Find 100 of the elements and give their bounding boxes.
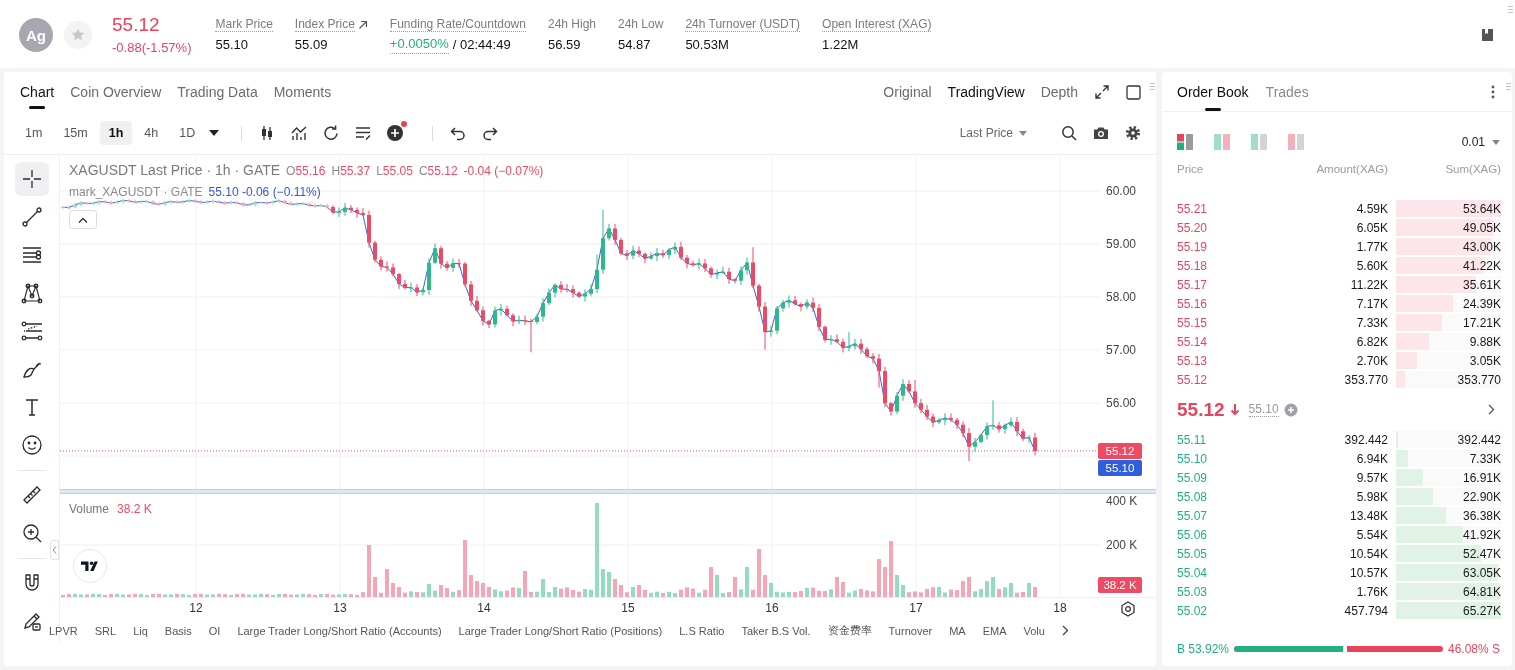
template-icon[interactable] (354, 124, 373, 142)
order-amount: 457.794 (1343, 603, 1388, 618)
indicator-tab[interactable]: Taker B.S Vol. (741, 624, 811, 637)
ask-price: 55.15 (1177, 315, 1209, 330)
indicator-tab[interactable]: Large Trader Long/Short Ratio (Positions) (458, 624, 663, 637)
plus-circle-icon[interactable] (1283, 402, 1298, 417)
chevron-right-icon[interactable] (1488, 404, 1495, 415)
order-amount: 9.57K (1355, 470, 1388, 485)
stat-label: Funding Rate/Countdown (389, 17, 526, 32)
chart-tab[interactable]: Coin Overview (70, 72, 162, 112)
time-axis-label: 12 (189, 601, 203, 615)
stat-value: 50.53M (685, 35, 729, 54)
chart-tab[interactable]: Trading Data (177, 72, 258, 112)
redo-icon[interactable] (481, 124, 500, 142)
order-sum: 22.90K (1462, 489, 1501, 504)
order-sum: 36.38K (1462, 508, 1501, 523)
precision-dropdown[interactable]: 0.01 (1461, 135, 1500, 149)
indicator-tab[interactable]: Liq (133, 624, 148, 637)
chart-view-tab[interactable]: TradingView (947, 72, 1025, 112)
stat-label: Index Price (294, 17, 355, 32)
stat-value: 55.10 (215, 35, 249, 54)
price-source-dropdown[interactable]: Last Price (959, 126, 1027, 140)
camera-icon[interactable] (1093, 125, 1109, 141)
chart-tab[interactable]: Moments (273, 72, 332, 112)
drawing-tool-button[interactable] (14, 162, 49, 196)
mark-price: 55.10 (1248, 402, 1279, 417)
caret-down-icon (1492, 139, 1500, 145)
order-book-tab[interactable]: Order Book (1177, 72, 1249, 112)
order-sum: 41.22K (1462, 258, 1501, 273)
price-change: -0.88(-1.57%) (112, 40, 192, 56)
indicator-tab[interactable]: Large Trader Long/Short Ratio (Accounts) (237, 624, 442, 637)
order-sum: 9.88K (1469, 334, 1501, 349)
order-amount: 392.442 (1343, 432, 1388, 447)
more-icon[interactable] (1491, 84, 1495, 99)
ask-price: 55.17 (1177, 277, 1209, 292)
stat-label: Open Interest (XAG) (822, 17, 932, 32)
chevron-right-icon[interactable] (1061, 625, 1069, 636)
interval-button[interactable]: 1m (16, 121, 52, 145)
chevron-left-icon (52, 546, 57, 554)
order-sum: 16.91K (1462, 470, 1501, 485)
collapse-legend-button[interactable] (69, 210, 97, 229)
ask-price: 55.21 (1177, 201, 1209, 216)
indicator-tab[interactable]: L.S Ratio (679, 624, 725, 637)
indicator-tab[interactable]: 资金费率 (827, 623, 872, 638)
settings-icon[interactable] (1125, 125, 1141, 141)
interval-button[interactable]: 1h (99, 121, 133, 145)
time-axis-label: 14 (477, 601, 491, 615)
grip-icon[interactable] (1506, 83, 1511, 90)
indicator-tab[interactable]: LPVR (49, 624, 78, 637)
interval-button[interactable]: 1D (170, 121, 205, 145)
volume-axis-label: 200 K (1106, 538, 1138, 552)
bid-price: 55.03 (1177, 584, 1209, 599)
column-header: Sum(XAG) (1444, 163, 1501, 175)
settings-icon[interactable] (1120, 600, 1136, 617)
bid-price: 55.09 (1177, 470, 1209, 485)
indicators-icon[interactable] (290, 124, 309, 142)
indicator-tab[interactable]: Volu (1023, 624, 1045, 637)
order-book-tab[interactable]: Trades (1265, 72, 1309, 112)
indicator-tab[interactable]: EMA (982, 624, 1007, 637)
chart-tab[interactable]: Chart (20, 72, 55, 112)
order-amount: 5.54K (1355, 527, 1388, 542)
stat-value: 56.59 (547, 35, 581, 54)
undo-icon[interactable] (449, 124, 468, 142)
order-amount: 1.76K (1355, 584, 1388, 599)
indicator-tab[interactable]: Basis (164, 624, 192, 637)
bid-price: 55.07 (1177, 508, 1209, 523)
search-icon[interactable] (1061, 125, 1077, 141)
chart-view-tab[interactable]: Original (883, 72, 932, 112)
indicator-tab[interactable]: SRL (94, 624, 117, 637)
zoom-in-icon (20, 522, 43, 544)
indicator-tab[interactable]: OI (208, 624, 221, 637)
order-sum: 392.442 (1457, 432, 1501, 447)
square-icon[interactable] (1126, 84, 1141, 100)
notebook-icon[interactable] (1481, 28, 1495, 42)
smiley-icon (20, 434, 43, 456)
caret-down-icon[interactable] (209, 130, 220, 136)
price-axis-label: 58.00 (1106, 290, 1137, 304)
interval-button[interactable]: 15m (54, 121, 97, 145)
bid-price: 55.08 (1177, 489, 1209, 504)
indicator-tab[interactable]: MA (949, 624, 966, 637)
price-axis-label: 56.00 (1106, 396, 1137, 410)
time-axis-label: 17 (909, 601, 923, 615)
order-sum: 35.61K (1462, 277, 1501, 292)
interval-button[interactable]: 4h (135, 121, 168, 145)
volume-legend-value: 38.2 K (117, 502, 152, 516)
order-sum: 52.47K (1462, 546, 1501, 561)
expand-icon[interactable] (1094, 84, 1110, 100)
order-book-layout-icon[interactable] (1177, 134, 1193, 150)
stat-value: 1.22M (822, 35, 859, 54)
grip-icon[interactable] (1150, 83, 1155, 90)
arrow-up-right-icon[interactable] (357, 19, 368, 30)
price-axis-label: 59.00 (1106, 237, 1137, 251)
ohlc-value: H55.37 (331, 164, 371, 178)
indicator-tab[interactable]: Turnover (888, 624, 933, 637)
order-sum: 53.64K (1462, 201, 1501, 216)
caret-down-icon (1019, 130, 1027, 136)
grip-icon[interactable] (1508, 6, 1513, 13)
add-icon[interactable] (386, 124, 405, 142)
chart-view-tab[interactable]: Depth (1040, 72, 1078, 112)
logo-icon[interactable] (73, 549, 107, 583)
